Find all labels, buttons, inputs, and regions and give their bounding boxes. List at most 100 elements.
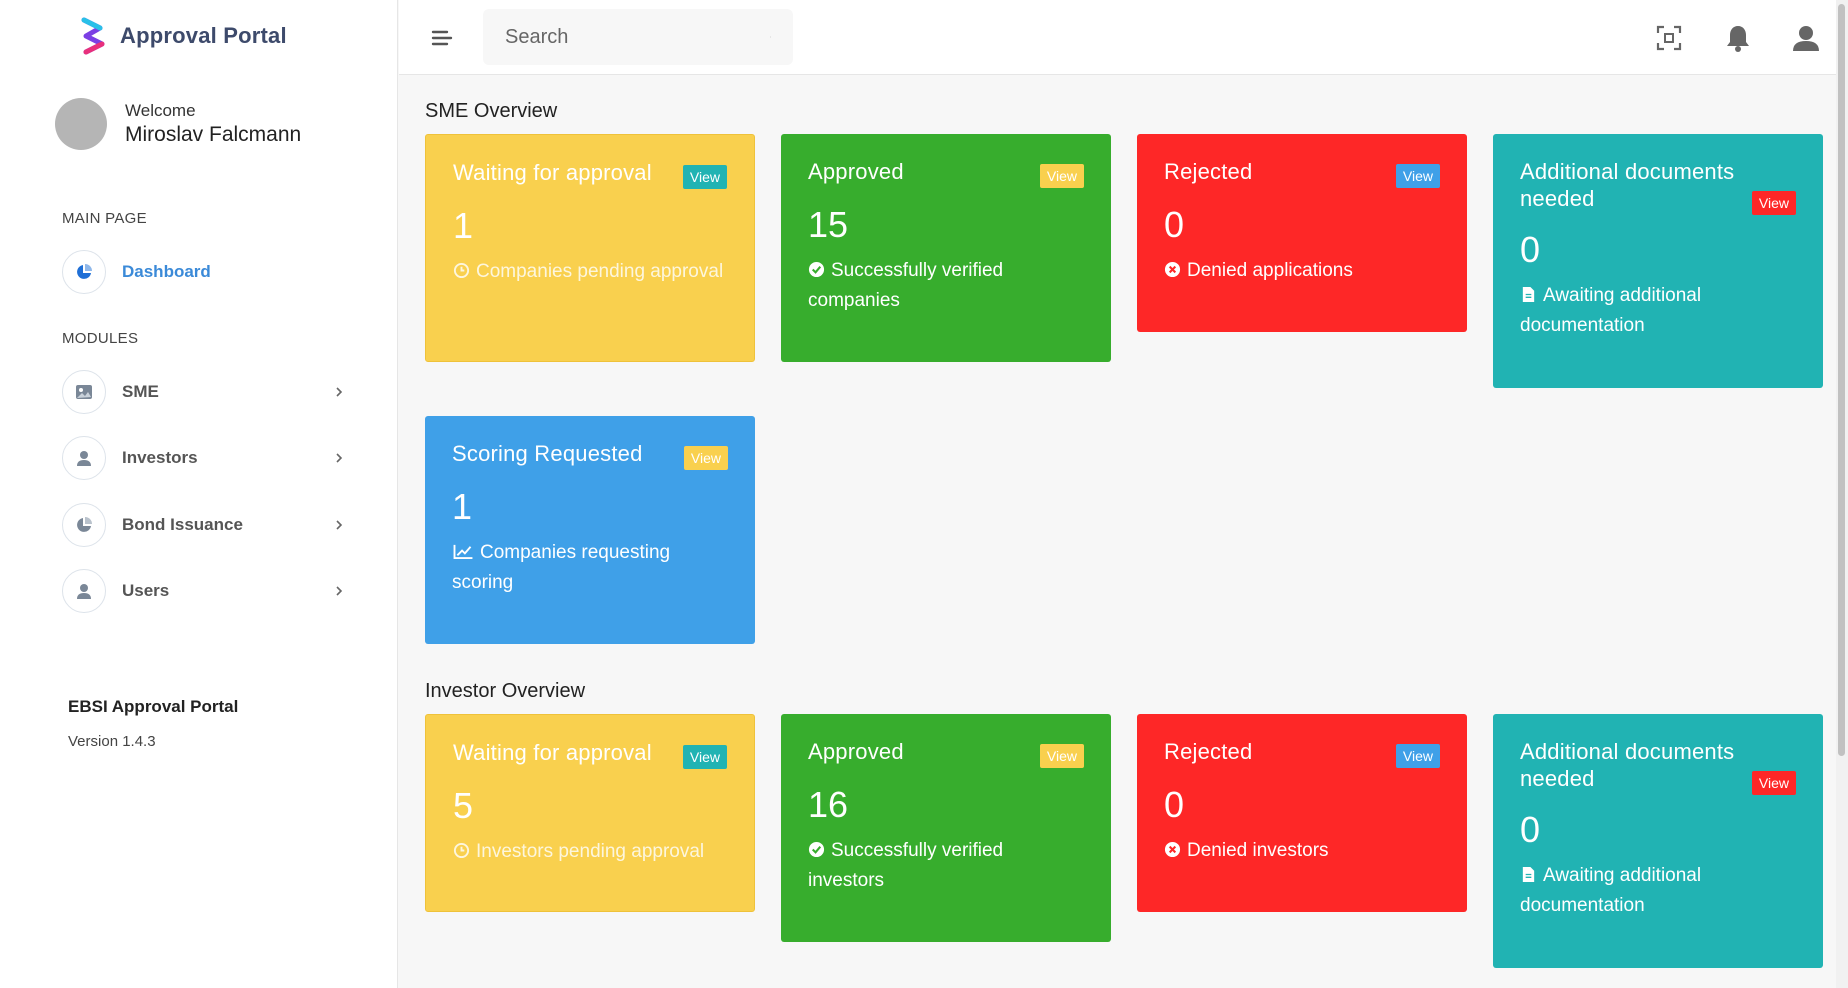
investor-rejected-card: Rejected View 0 Denied investors	[1137, 714, 1467, 912]
line-chart-icon	[453, 544, 473, 560]
card-title: Rejected	[1164, 159, 1253, 184]
card-description: Denied investors	[1187, 840, 1329, 861]
search-input[interactable]	[505, 25, 770, 49]
sidebar-item-dashboard[interactable]: Dashboard	[62, 250, 346, 294]
card-value: 16	[808, 784, 849, 825]
sme-approved-card: Approved View 15 Successfully verified c…	[781, 134, 1111, 362]
pie-chart-icon	[77, 517, 92, 532]
avatar	[55, 98, 107, 150]
sidebar: Approval Portal Welcome Miroslav Falcman…	[0, 0, 398, 988]
card-description: Awaiting additional documentation	[1520, 865, 1702, 916]
check-circle-icon	[808, 261, 825, 278]
view-button[interactable]: View	[682, 745, 727, 769]
footer-version: Version 1.4.3	[68, 733, 156, 750]
brand[interactable]: Approval Portal	[78, 16, 287, 56]
menu-toggle-icon[interactable]	[429, 25, 455, 51]
search-icon[interactable]	[770, 26, 771, 48]
clock-icon	[453, 842, 470, 859]
sidebar-item-label: Investors	[122, 448, 198, 467]
search-box	[483, 9, 793, 65]
profile-button[interactable]	[1790, 22, 1822, 54]
fullscreen-icon	[1656, 25, 1682, 51]
card-value: 15	[808, 204, 849, 245]
document-icon	[1522, 286, 1535, 303]
user-icon	[77, 584, 91, 599]
topbar	[399, 0, 1848, 75]
brand-name: Approval Portal	[120, 23, 287, 48]
sidebar-item-label: Dashboard	[122, 262, 211, 281]
footer-title: EBSI Approval Portal	[68, 697, 239, 716]
scrollbar[interactable]	[1836, 0, 1848, 988]
modules-label: MODULES	[62, 330, 139, 347]
user-name: Miroslav Falcmann	[125, 123, 302, 146]
sidebar-item-label: Bond Issuance	[122, 515, 243, 534]
card-title: Approved	[808, 159, 904, 184]
card-title: Additional documents needed	[1520, 159, 1735, 211]
brand-logo-icon	[81, 17, 105, 55]
view-button[interactable]: View	[1751, 771, 1796, 795]
card-description: Successfully verified investors	[808, 840, 1004, 891]
card-title: Approved	[808, 739, 904, 764]
sme-overview-title: SME Overview	[425, 100, 558, 122]
check-circle-icon	[808, 841, 825, 858]
card-value: 0	[1164, 784, 1185, 825]
view-button[interactable]: View	[1751, 191, 1796, 215]
card-value: 1	[453, 205, 474, 246]
card-value: 0	[1520, 229, 1541, 270]
x-circle-icon	[1164, 261, 1181, 278]
bell-icon	[1727, 26, 1749, 52]
view-button[interactable]: View	[683, 446, 728, 470]
fullscreen-button[interactable]	[1653, 22, 1685, 54]
card-description: Investors pending approval	[476, 841, 705, 862]
sidebar-item-label: SME	[122, 382, 159, 401]
view-button[interactable]: View	[1039, 164, 1084, 188]
clock-icon	[453, 262, 470, 279]
sme-waiting-card: Waiting for approval View 1 Companies pe…	[425, 134, 755, 362]
card-title: Additional documents needed	[1520, 739, 1735, 791]
card-description: Successfully verified companies	[808, 260, 1004, 311]
sidebar-item-label: Users	[122, 581, 170, 600]
chevron-right-icon	[336, 586, 343, 596]
investor-overview-title: Investor Overview	[425, 680, 586, 702]
chevron-right-icon	[336, 453, 343, 463]
sidebar-item-users[interactable]: Users	[62, 569, 346, 613]
user-icon	[1793, 26, 1819, 51]
card-value: 5	[453, 785, 474, 826]
card-value: 0	[1164, 204, 1185, 245]
sidebar-item-bond-issuance[interactable]: Bond Issuance	[62, 503, 346, 547]
card-value: 0	[1520, 809, 1541, 850]
card-description: Companies requesting scoring	[452, 542, 671, 593]
document-icon	[1522, 866, 1535, 883]
chevron-right-icon	[336, 520, 343, 530]
x-circle-icon	[1164, 841, 1181, 858]
user-icon	[77, 451, 91, 466]
investor-approved-card: Approved View 16 Successfully verified i…	[781, 714, 1111, 942]
view-button[interactable]: View	[1395, 744, 1440, 768]
main-page-label: MAIN PAGE	[62, 210, 147, 227]
sme-additional-card: Additional documents needed View 0 Await…	[1493, 134, 1823, 388]
investor-waiting-card: Waiting for approval View 5 Investors pe…	[425, 714, 755, 912]
view-button[interactable]: View	[1395, 164, 1440, 188]
scrollbar-thumb[interactable]	[1838, 4, 1845, 756]
view-button[interactable]: View	[682, 165, 727, 189]
card-title: Rejected	[1164, 739, 1253, 764]
sme-rejected-card: Rejected View 0 Denied applications	[1137, 134, 1467, 332]
notifications-button[interactable]	[1722, 22, 1754, 54]
card-description: Denied applications	[1187, 260, 1353, 281]
investor-additional-card: Additional documents needed View 0 Await…	[1493, 714, 1823, 968]
card-description: Companies pending approval	[476, 261, 724, 282]
card-value: 1	[452, 486, 473, 527]
card-description: Awaiting additional documentation	[1520, 285, 1702, 336]
card-title: Waiting for approval	[453, 160, 652, 185]
pie-chart-icon	[77, 264, 92, 279]
card-title: Scoring Requested	[452, 441, 643, 466]
sidebar-item-sme[interactable]: SME	[62, 370, 346, 414]
welcome-text: Welcome	[125, 101, 196, 120]
user-profile: Welcome Miroslav Falcmann	[55, 98, 301, 150]
chevron-right-icon	[336, 387, 343, 397]
sme-scoring-card: Scoring Requested View 1 Companies reque…	[425, 416, 755, 644]
view-button[interactable]: View	[1039, 744, 1084, 768]
card-title: Waiting for approval	[453, 740, 652, 765]
sidebar-item-investors[interactable]: Investors	[62, 436, 346, 480]
image-icon	[76, 385, 92, 399]
